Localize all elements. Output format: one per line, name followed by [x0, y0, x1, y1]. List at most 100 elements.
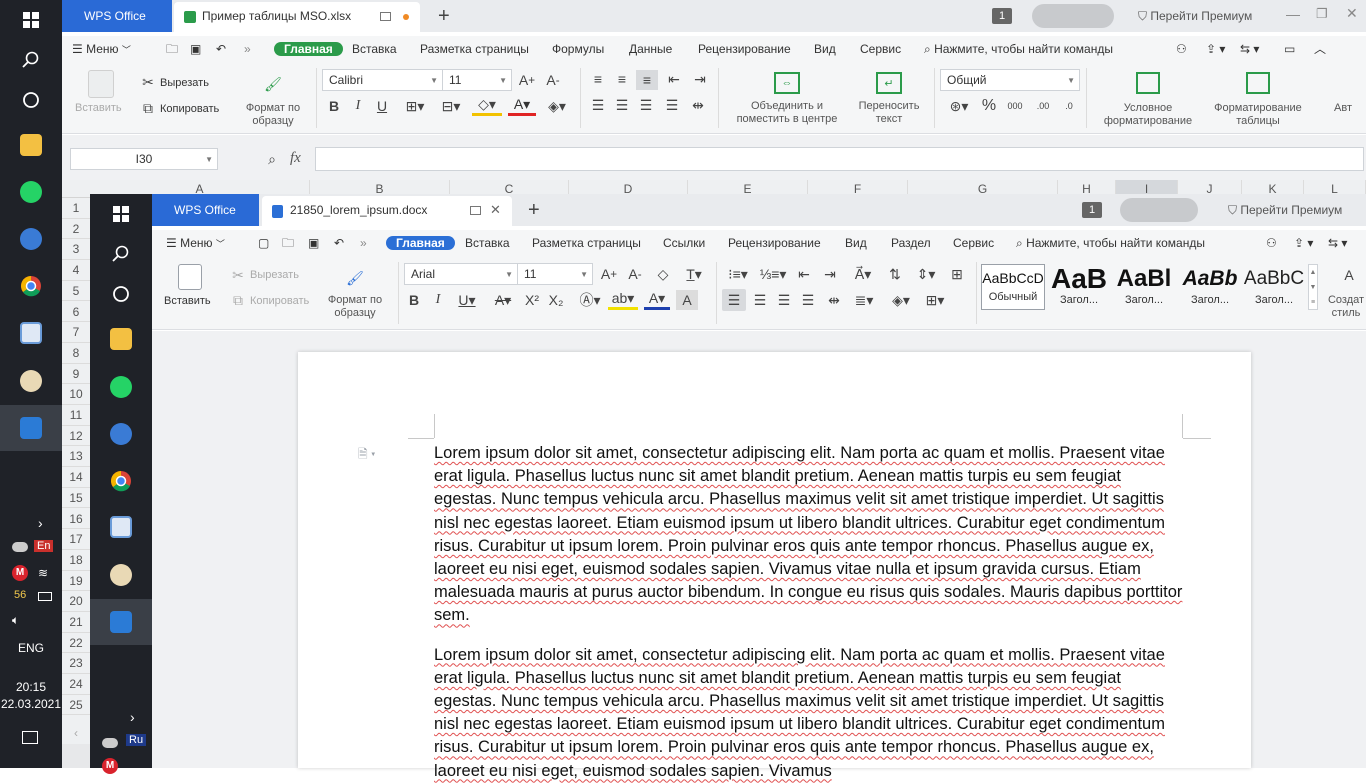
sheet-menu-review[interactable]: Рецензирование [698, 36, 791, 62]
sheet-cut-label[interactable]: Вырезать [160, 77, 209, 90]
sheet-brand-tab[interactable]: WPS Office [62, 0, 172, 32]
doc-tab-count[interactable]: 1 [1082, 202, 1102, 218]
doc-menu-insert[interactable]: Вставка [465, 230, 510, 256]
row-header[interactable]: 2 [62, 219, 90, 240]
row-header[interactable]: 22 [62, 633, 90, 654]
cloud-app-icon[interactable] [106, 419, 136, 449]
wps-app-icon[interactable] [16, 413, 46, 443]
indent-increase-icon[interactable]: ⇥ [690, 70, 710, 88]
name-box[interactable]: I30 ▼ [70, 148, 218, 170]
notifications-icon[interactable] [22, 731, 38, 744]
align-left-icon[interactable]: ☰ [588, 96, 608, 114]
indent-decrease-icon[interactable]: ⇤ [794, 264, 814, 284]
more-chevron-icon[interactable]: » [360, 230, 367, 256]
task-view-icon[interactable] [106, 279, 136, 309]
m-badge[interactable]: M [12, 565, 28, 581]
style-normal[interactable]: AaBbCcD Обычный [981, 264, 1045, 310]
sheet-menu-view[interactable]: Вид [814, 36, 836, 62]
scissors-icon[interactable]: ✂ [140, 74, 156, 90]
doc-menu-home[interactable]: Главная [386, 233, 455, 253]
chrome-icon[interactable] [16, 271, 46, 301]
clear-format-icon[interactable]: ◈▾ [542, 96, 572, 116]
numbering-icon[interactable]: ⅓≡▾ [758, 264, 788, 284]
windows-start-icon[interactable] [16, 5, 46, 35]
row-header[interactable]: 4 [62, 260, 90, 281]
conditional-format-icon[interactable] [1136, 72, 1160, 94]
new-style-icon[interactable]: A [1338, 264, 1360, 286]
settings-dropdown-icon[interactable]: ⇆ ▾ [1328, 230, 1347, 256]
italic-icon[interactable]: I [428, 290, 448, 310]
clock-date[interactable]: 22.03.2021 [0, 697, 62, 711]
row-header[interactable]: 14 [62, 467, 90, 488]
open-folder-icon[interactable]: 🗀︎ [166, 36, 178, 62]
char-shading-icon[interactable]: A [676, 290, 698, 310]
row-header[interactable]: 1 [62, 198, 90, 219]
sheet-size-select[interactable]: 11 ▼ [442, 69, 512, 91]
row-header[interactable]: 11 [62, 405, 90, 426]
sheet-copy-label[interactable]: Копировать [160, 103, 219, 116]
sheet-font-select[interactable]: Calibri ▼ [322, 69, 443, 91]
search-icon[interactable] [16, 45, 46, 75]
style-heading-4[interactable]: AaBbC Загол... [1242, 264, 1306, 310]
formula-input[interactable] [315, 147, 1364, 171]
inner-m-badge[interactable]: M [102, 758, 118, 774]
row-header[interactable]: 25 [62, 695, 90, 716]
align-right-icon[interactable]: ☰ [636, 96, 656, 114]
zoom-icon[interactable]: ⌕ [262, 150, 282, 168]
align-middle-icon[interactable]: ≡ [612, 70, 632, 88]
show-hidden-icons-chevron[interactable]: › [38, 515, 43, 531]
notepad-app-icon[interactable] [106, 512, 136, 542]
file-explorer-icon[interactable] [106, 324, 136, 354]
share-user-icon[interactable]: ⚇ [1266, 230, 1277, 256]
align-bottom-icon[interactable]: ≡ [636, 70, 658, 90]
collapse-ribbon-icon[interactable]: ︿ [1314, 36, 1326, 62]
onedrive-tray-icon[interactable] [12, 542, 28, 552]
scissors-icon[interactable]: ✂ [230, 267, 246, 283]
doc-font-select[interactable]: Arial ▼ [404, 263, 518, 285]
doc-menu-review[interactable]: Рецензирование [728, 230, 821, 256]
sheet-command-search[interactable]: ⌕ Нажмите, чтобы найти команды [924, 36, 1113, 62]
doc-hamburger-menu[interactable]: ☰ Меню ﹀ [166, 230, 225, 256]
font-color-icon[interactable]: A▾ [644, 290, 670, 310]
text-direction-icon[interactable]: A⃗▾ [848, 264, 878, 284]
sheet-menu-data[interactable]: Данные [629, 36, 672, 62]
monitor-icon[interactable] [380, 12, 391, 21]
row-header[interactable]: 7 [62, 322, 90, 343]
row-header[interactable]: 24 [62, 674, 90, 695]
doc-brand-tab[interactable]: WPS Office [152, 194, 259, 226]
new-tab-icon[interactable]: + [528, 199, 540, 222]
whatsapp-icon[interactable] [106, 372, 136, 402]
align-left-icon[interactable]: ☰ [722, 289, 746, 311]
align-right-icon[interactable]: ☰ [774, 290, 794, 310]
row-header[interactable]: 9 [62, 364, 90, 385]
clock-time[interactable]: 20:15 [0, 680, 62, 694]
sheet-wrap-label[interactable]: Переносить текст [852, 100, 926, 126]
copy-icon[interactable]: ⧉ [230, 292, 246, 308]
increase-font-icon[interactable]: A + [598, 264, 620, 284]
undo-icon[interactable]: ↶ [334, 230, 344, 256]
open-folder-icon[interactable]: 🗀︎ [282, 230, 294, 256]
row-header[interactable]: 19 [62, 571, 90, 592]
row-header[interactable]: 10 [62, 384, 90, 405]
onedrive-tray-icon[interactable] [102, 738, 118, 748]
doc-menu-section[interactable]: Раздел [891, 230, 931, 256]
highlight-icon[interactable]: ab▾ [608, 290, 638, 310]
increase-decimal-icon[interactable]: .00 [1032, 96, 1054, 116]
doc-command-search[interactable]: ⌕ Нажмите, чтобы найти команды [1016, 230, 1205, 256]
doc-size-select[interactable]: 11 ▼ [517, 263, 593, 285]
settings-dropdown-icon[interactable]: ⇆ ▾ [1240, 36, 1259, 62]
format-painter-icon[interactable]: 🖌︎ [262, 72, 284, 96]
bold-icon[interactable]: B [324, 96, 344, 116]
monitor-icon[interactable] [470, 206, 481, 215]
fx-label[interactable]: fx [290, 150, 301, 167]
show-hidden-icons-chevron[interactable]: › [130, 709, 135, 725]
doc-menu-references[interactable]: Ссылки [663, 230, 705, 256]
sheet-menu-tools[interactable]: Сервис [860, 36, 901, 62]
sort-icon[interactable]: ⇅ [884, 264, 906, 284]
search-icon[interactable] [106, 239, 136, 269]
row-header[interactable]: 13 [62, 446, 90, 468]
row-header[interactable]: 6 [62, 302, 90, 323]
doc-copy-label[interactable]: Копировать [250, 295, 309, 308]
style-heading-1[interactable]: AaB Загол... [1046, 264, 1112, 310]
subscript-icon[interactable]: X₂ [546, 290, 566, 310]
